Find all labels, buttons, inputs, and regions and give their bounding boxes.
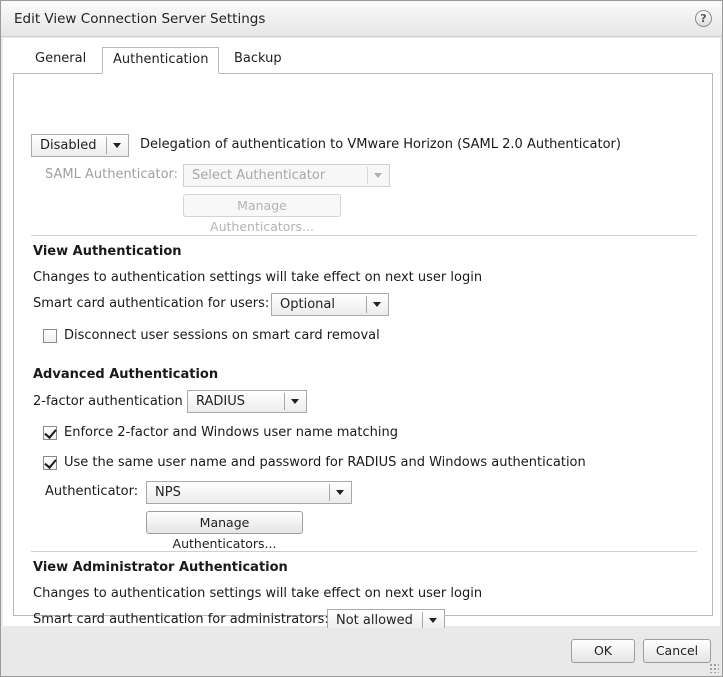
- chevron-down-icon: [284, 393, 306, 410]
- chevron-down-icon: [422, 612, 444, 629]
- dialog-footer: OK Cancel: [1, 628, 722, 676]
- same-credentials-label: Use the same user name and password for …: [64, 455, 586, 470]
- chevron-down-icon: [106, 137, 128, 154]
- delegation-select-value: Disabled: [40, 138, 97, 153]
- divider: [31, 235, 697, 236]
- admin-authentication-heading: View Administrator Authentication: [33, 560, 288, 575]
- enforce-name-matching-label: Enforce 2-factor and Windows user name m…: [64, 425, 398, 440]
- authenticator-label: Authenticator:: [45, 484, 139, 499]
- smart-card-users-label: Smart card authentication for users:: [33, 296, 270, 311]
- delegation-select[interactable]: Disabled: [31, 134, 129, 157]
- authentication-panel: Disabled Delegation of authentication to…: [13, 73, 713, 632]
- authenticator-select[interactable]: NPS: [146, 481, 352, 504]
- resize-grip-icon[interactable]: [709, 663, 719, 673]
- disconnect-sessions-label: Disconnect user sessions on smart card r…: [64, 328, 380, 343]
- view-authentication-note: Changes to authentication settings will …: [33, 270, 483, 285]
- tab-general[interactable]: General: [25, 47, 96, 75]
- authenticator-value: NPS: [155, 485, 181, 500]
- two-factor-label: 2-factor authentication: [33, 394, 183, 409]
- smart-card-admins-value: Not allowed: [336, 613, 413, 628]
- cancel-button[interactable]: Cancel: [643, 639, 711, 663]
- advanced-authentication-heading: Advanced Authentication: [33, 367, 219, 382]
- help-icon[interactable]: ?: [695, 10, 712, 27]
- saml-authenticator-placeholder: Select Authenticator: [192, 168, 326, 183]
- smart-card-admins-label: Smart card authentication for administra…: [33, 612, 329, 627]
- dialog-title: Edit View Connection Server Settings: [14, 11, 266, 27]
- chevron-down-icon: [329, 484, 351, 501]
- two-factor-select[interactable]: RADIUS: [187, 390, 307, 413]
- manage-saml-authenticators-button[interactable]: Manage Authenticators...: [183, 194, 341, 234]
- saml-authenticator-label: SAML Authenticator:: [45, 167, 179, 182]
- manage-authenticators-button[interactable]: Manage Authenticators...: [146, 511, 303, 551]
- enforce-name-matching-checkbox[interactable]: [43, 426, 57, 440]
- two-factor-value: RADIUS: [196, 394, 246, 409]
- saml-authenticator-select[interactable]: Select Authenticator: [183, 164, 390, 187]
- view-authentication-heading: View Authentication: [33, 244, 182, 259]
- smart-card-users-select[interactable]: Optional: [271, 293, 389, 316]
- title-bar: Edit View Connection Server Settings ?: [1, 1, 722, 37]
- edit-settings-dialog: Edit View Connection Server Settings ? G…: [0, 0, 723, 677]
- tab-backup[interactable]: Backup: [224, 47, 292, 75]
- divider: [31, 551, 697, 552]
- dialog-content: General Authentication Backup Disabled D…: [3, 38, 720, 632]
- admin-authentication-note: Changes to authentication settings will …: [33, 586, 483, 601]
- disconnect-sessions-checkbox[interactable]: [43, 329, 57, 343]
- ok-button[interactable]: OK: [571, 639, 635, 663]
- smart-card-users-value: Optional: [280, 297, 335, 312]
- chevron-down-icon: [366, 296, 388, 313]
- tab-authentication[interactable]: Authentication: [102, 47, 220, 74]
- same-credentials-checkbox[interactable]: [43, 456, 57, 470]
- delegation-description: Delegation of authentication to VMware H…: [140, 137, 621, 152]
- chevron-down-icon: [367, 167, 389, 184]
